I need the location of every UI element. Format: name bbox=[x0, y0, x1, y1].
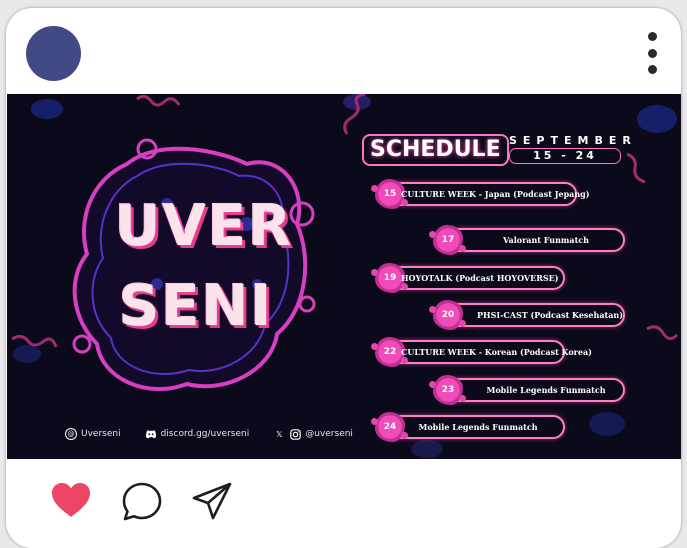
more-options-button[interactable] bbox=[645, 32, 659, 74]
event-label: CULTURE WEEK - Japan (Podcast Jepang) bbox=[401, 189, 590, 199]
schedule-title: SCHEDULE bbox=[362, 134, 509, 166]
event-day-badge: 20 bbox=[429, 300, 466, 330]
post-actions bbox=[6, 459, 681, 548]
schedule-date-range: 15 - 24 bbox=[509, 148, 621, 164]
discord-link: discord.gg/uverseni bbox=[160, 429, 250, 439]
schedule-event: 15 CULTURE WEEK - Japan (Podcast Jepang) bbox=[371, 179, 590, 209]
event-label: Mobile Legends Funmatch bbox=[418, 422, 538, 432]
discord-icon bbox=[145, 428, 157, 440]
share-button[interactable] bbox=[190, 481, 234, 527]
threads-icon: @ bbox=[65, 428, 77, 440]
schedule-month: SEPTEMBER bbox=[509, 134, 637, 147]
schedule-event: 23 Mobile Legends Funmatch bbox=[429, 375, 625, 405]
event-label: PHSI-CAST (Podcast Kesehatan) bbox=[477, 310, 623, 320]
post-image[interactable]: UVER SENI SCHEDULE SEPTEMBER 15 - 24 15 … bbox=[7, 94, 681, 459]
avatar[interactable] bbox=[26, 26, 81, 81]
logo-line-2: SENI bbox=[119, 274, 274, 339]
send-icon bbox=[192, 482, 232, 520]
event-day-badge: 23 bbox=[429, 375, 466, 405]
post-card: UVER SENI SCHEDULE SEPTEMBER 15 - 24 15 … bbox=[6, 8, 681, 548]
logo-line-1: UVER bbox=[115, 194, 294, 259]
event-label: HOYOTALK (Podcast HOYOVERSE) bbox=[401, 273, 559, 283]
schedule-event: 20 PHSI-CAST (Podcast Kesehatan) bbox=[429, 300, 625, 330]
social-handles: @ Uverseni discord.gg/uverseni 𝕏 @uverse… bbox=[65, 426, 353, 442]
instagram-icon bbox=[289, 428, 301, 440]
comment-icon bbox=[122, 482, 162, 521]
x-instagram-handle: @uverseni bbox=[305, 429, 353, 439]
event-label: CULTURE WEEK - Korean (Podcast Korea) bbox=[401, 347, 592, 357]
event-day-badge: 17 bbox=[429, 225, 466, 255]
heart-icon bbox=[52, 483, 90, 517]
comment-button[interactable] bbox=[120, 481, 164, 527]
schedule-event: 19 HOYOTALK (Podcast HOYOVERSE) bbox=[371, 263, 565, 293]
threads-handle: Uverseni bbox=[81, 429, 121, 439]
like-button[interactable] bbox=[50, 481, 92, 523]
more-vertical-icon bbox=[647, 32, 657, 41]
schedule-event: 22 CULTURE WEEK - Korean (Podcast Korea) bbox=[371, 337, 592, 367]
schedule-event: 24 Mobile Legends Funmatch bbox=[371, 412, 565, 442]
schedule-event: 17 Valorant Funmatch bbox=[429, 225, 625, 255]
event-label: Mobile Legends Funmatch bbox=[486, 385, 606, 395]
event-label: Valorant Funmatch bbox=[503, 235, 589, 245]
post-header bbox=[6, 8, 681, 94]
x-icon: 𝕏 bbox=[276, 429, 283, 439]
